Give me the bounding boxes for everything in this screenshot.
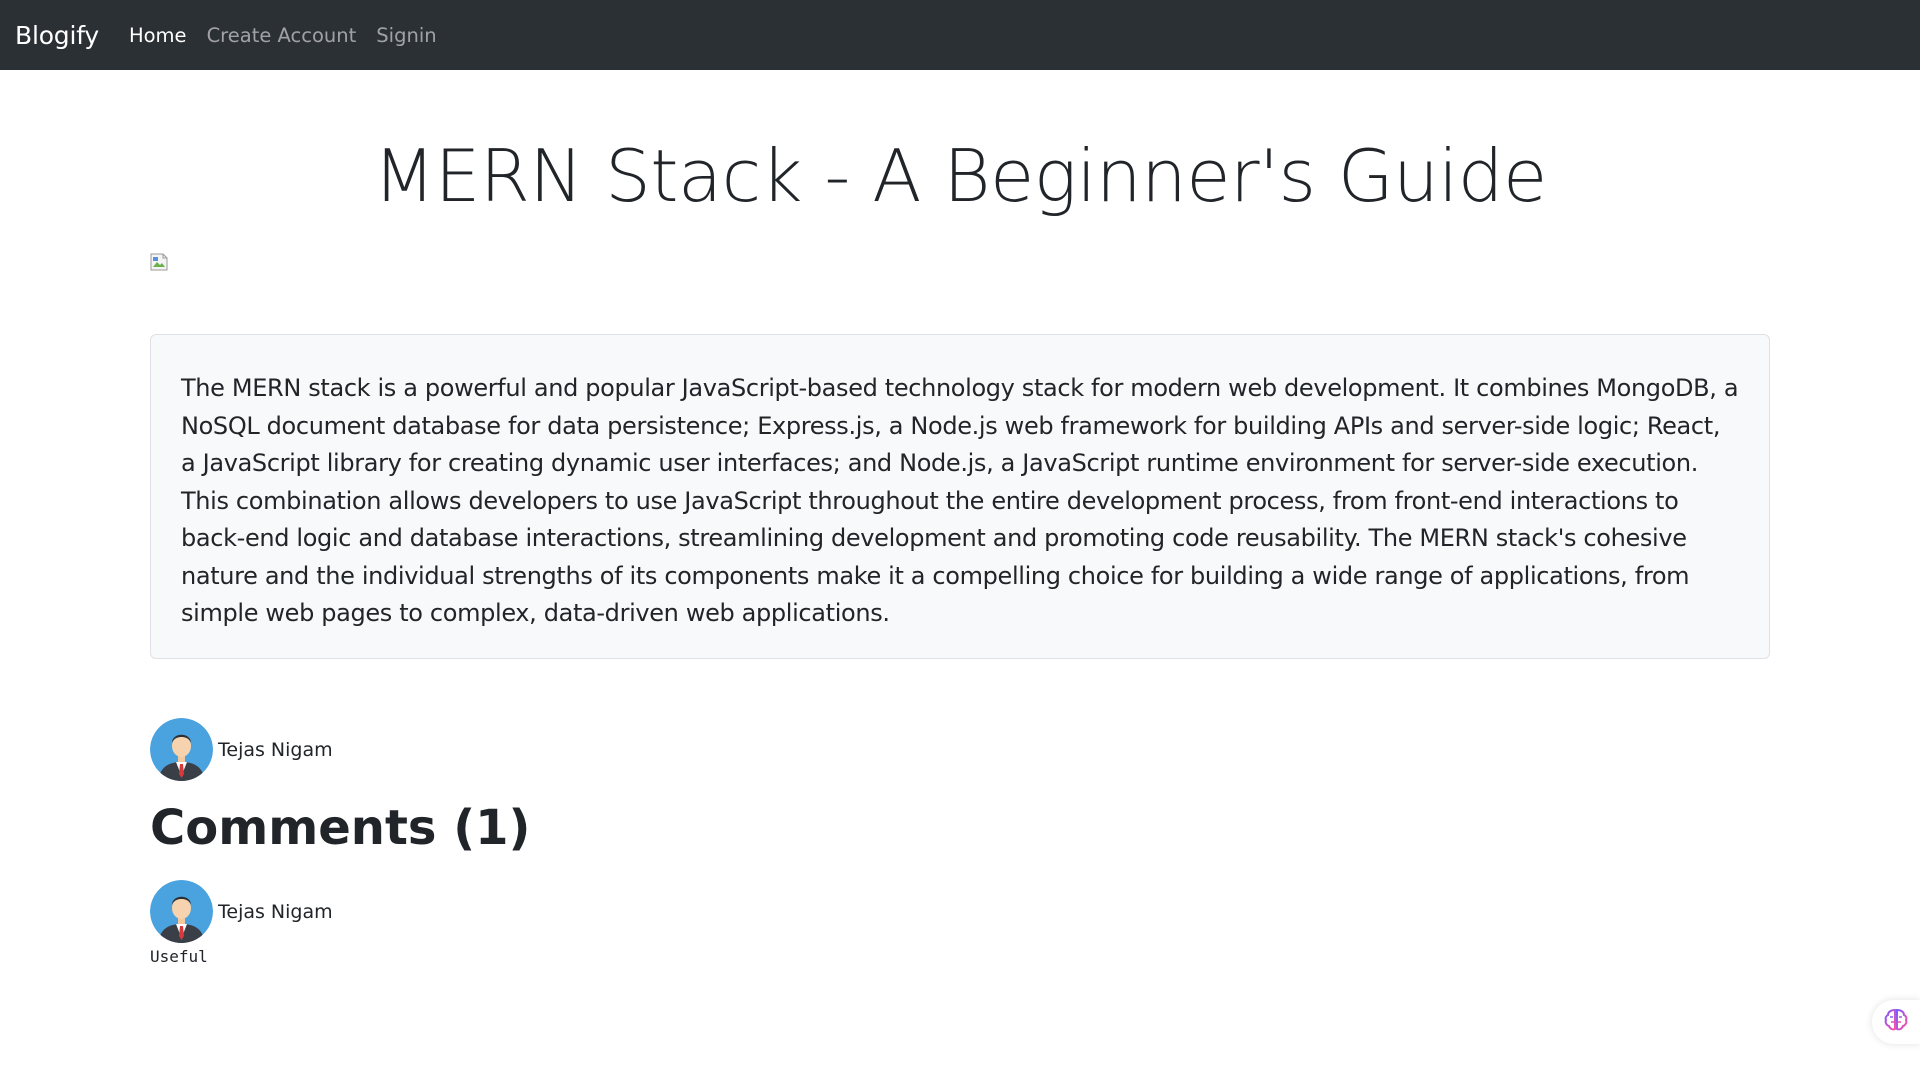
nav-link-signin[interactable]: Signin [376,24,436,47]
comments-heading: Comments (1) [150,800,531,856]
post-author-name: Tejas Nigam [218,738,333,761]
comment-text: Useful [150,947,208,966]
post-author: Tejas Nigam [150,718,333,781]
nav-link-home[interactable]: Home [129,24,187,47]
comment-author: Tejas Nigam [150,880,333,943]
nav-link-create-account[interactable]: Create Account [207,24,357,47]
navbar: Blogify Home Create Account Signin [0,0,1920,70]
post-content-box: The MERN stack is a powerful and popular… [150,334,1770,659]
broken-image-icon [150,253,170,271]
post-body: The MERN stack is a powerful and popular… [181,374,1739,627]
extension-widget[interactable] [1872,1000,1920,1044]
user-avatar-icon [150,880,213,943]
post-title: MERN Stack - A Beginner's Guide [373,134,1547,218]
comment-author-name: Tejas Nigam [218,900,333,923]
brand-link[interactable]: Blogify [15,21,99,50]
brain-icon [1883,1007,1909,1037]
user-avatar-icon [150,718,213,781]
